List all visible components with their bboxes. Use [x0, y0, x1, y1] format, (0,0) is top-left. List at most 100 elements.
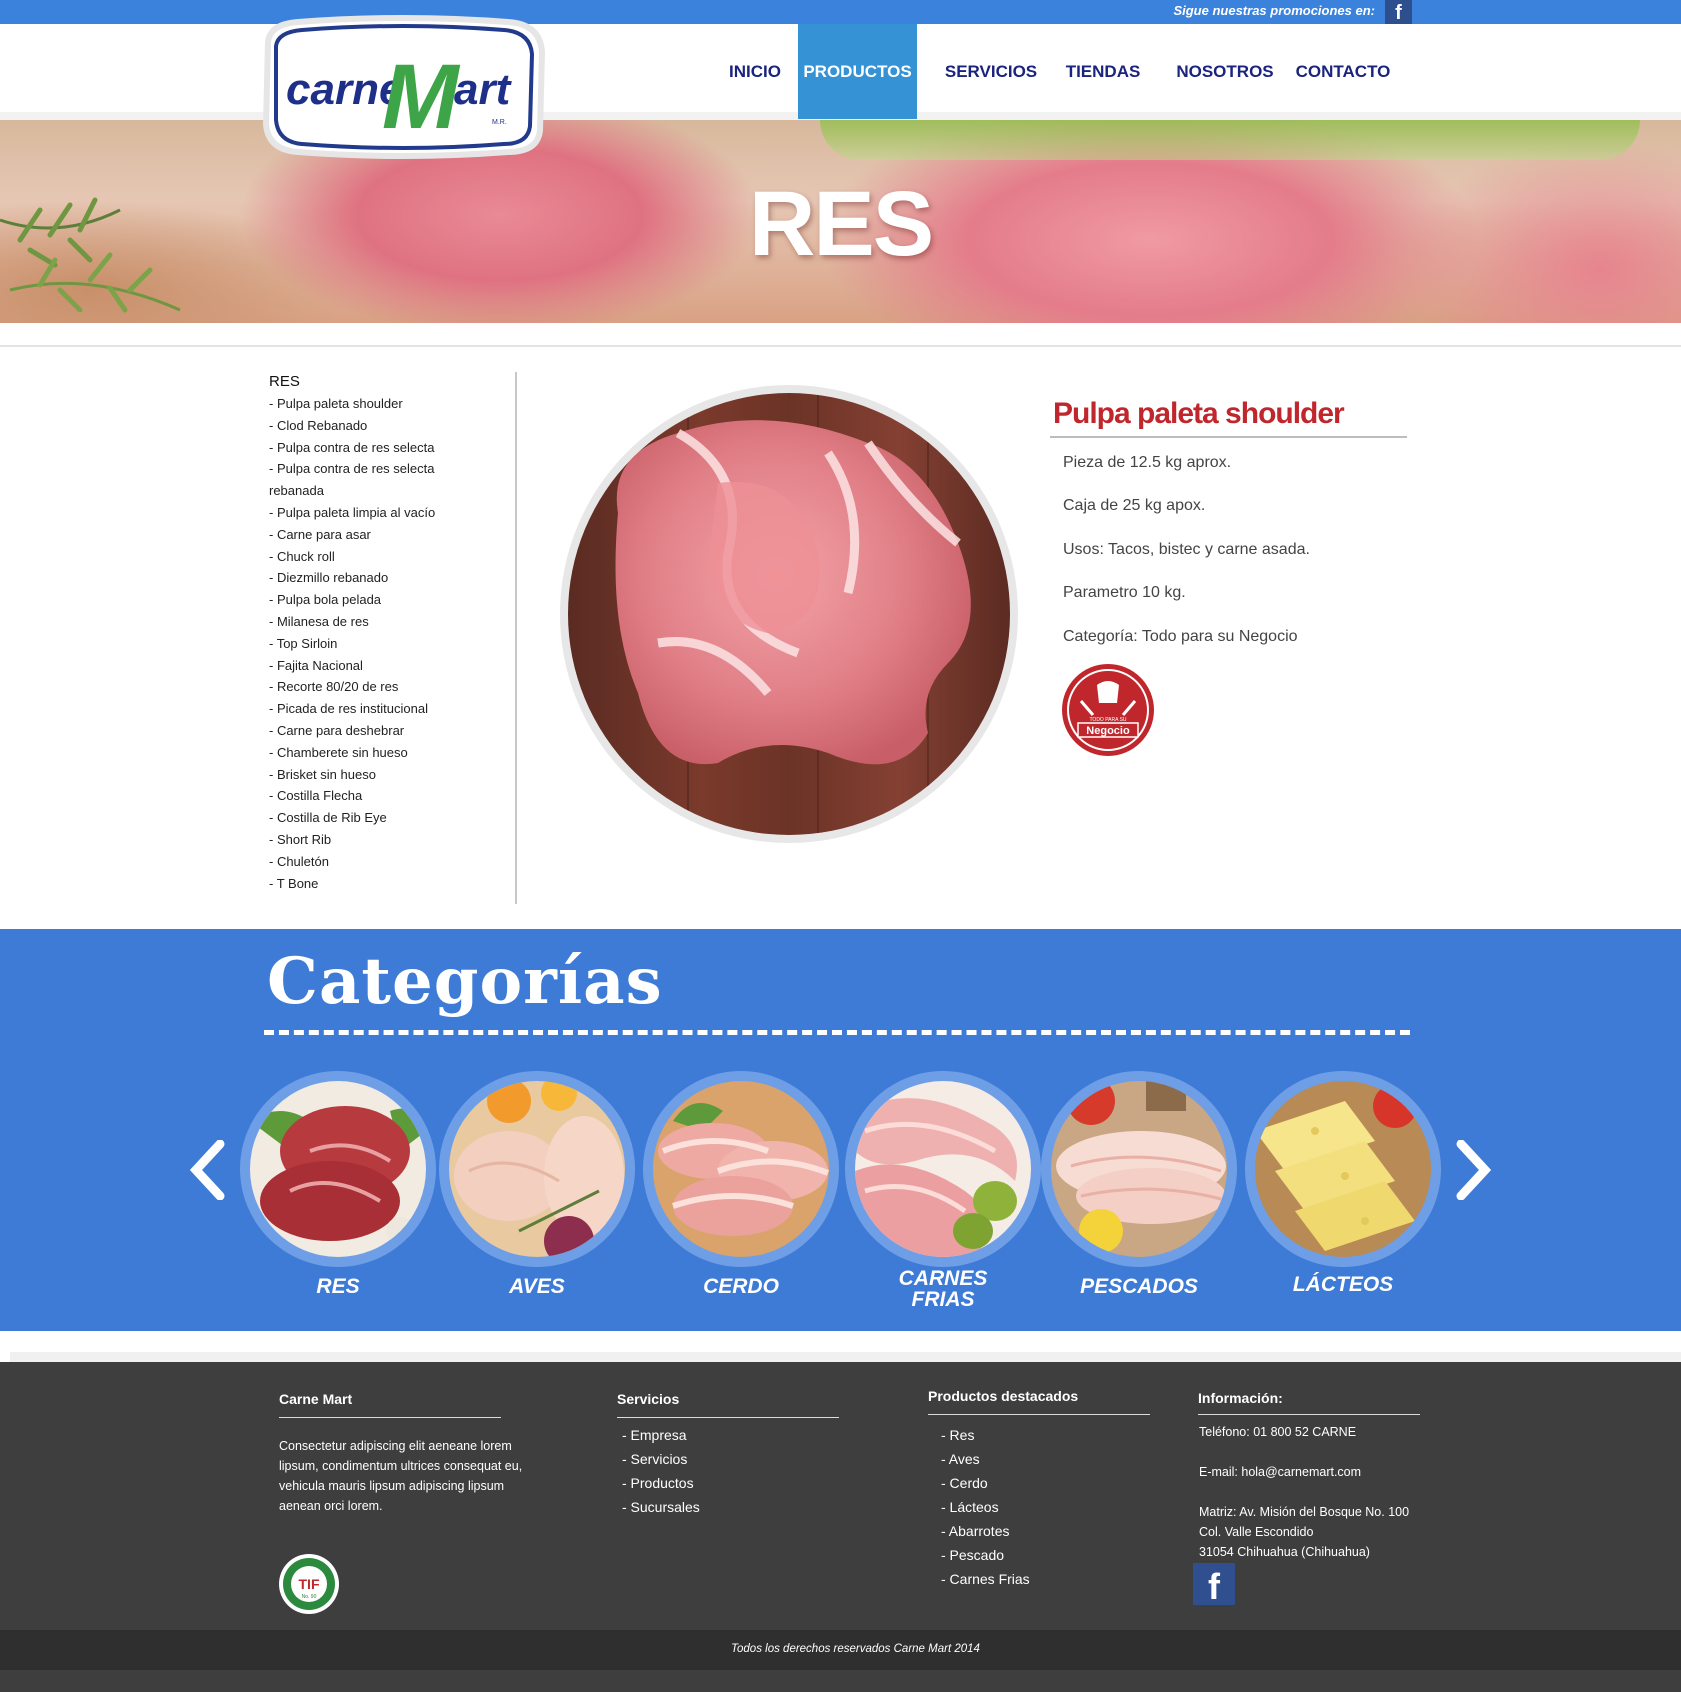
product-list-item[interactable]: - Pulpa paleta limpia al vacío: [269, 502, 489, 524]
footer-col4-title: Información:: [1198, 1390, 1283, 1406]
categories-dashed-rule: [264, 1030, 1410, 1035]
footer-link-cerdo[interactable]: - Cerdo: [941, 1475, 988, 1491]
nav-productos[interactable]: PRODUCTOS: [798, 24, 917, 119]
product-detail-weight: Pieza de 12.5 kg aprox.: [1063, 454, 1232, 471]
product-list-title: RES: [269, 373, 300, 390]
footer-col2-title: Servicios: [617, 1391, 680, 1407]
product-list-item[interactable]: - Pulpa contra de res selecta: [269, 458, 489, 480]
product-list-item[interactable]: - Carne para asar: [269, 524, 489, 546]
footer-address-line3: 31054 Chihuahua (Chihuahua): [1199, 1545, 1370, 1559]
bottom-bar: [0, 1670, 1681, 1692]
nav-inicio[interactable]: INICIO: [720, 24, 790, 119]
tif-number: No. 90: [302, 1594, 317, 1600]
category-label: LÁCTEOS: [1292, 1273, 1394, 1296]
product-list-item[interactable]: - Short Rib: [269, 829, 489, 851]
product-list-item[interactable]: - Costilla Flecha: [269, 785, 489, 807]
footer-link-empresa[interactable]: - Empresa: [622, 1427, 687, 1443]
product-detail-category: Categoría: Todo para su Negocio: [1063, 628, 1298, 645]
product-list-item[interactable]: - Top Sirloin: [269, 633, 489, 655]
negocio-badge-icon: TODO PARA SU Negocio: [1062, 664, 1154, 756]
category-label: CERDO: [703, 1275, 779, 1298]
footer-link-abarrotes[interactable]: - Abarrotes: [941, 1523, 1009, 1539]
product-list-item[interactable]: - Chamberete sin hueso: [269, 742, 489, 764]
footer-link-carnes-frias[interactable]: - Carnes Frias: [941, 1571, 1030, 1587]
footer-link-sucursales[interactable]: - Sucursales: [622, 1499, 700, 1515]
footer-address-line1: Matriz: Av. Misión del Bosque No. 100: [1199, 1505, 1410, 1519]
hero-banner: RES: [0, 120, 1681, 323]
chevron-right-icon[interactable]: [1453, 1140, 1493, 1200]
facebook-icon[interactable]: f: [1385, 0, 1412, 24]
banner-onion-decoration: [820, 120, 1640, 160]
footer-link-aves[interactable]: - Aves: [941, 1451, 980, 1467]
badge-small-text: TODO PARA SU: [1089, 717, 1126, 723]
nav-nosotros[interactable]: NOSOTROS: [1172, 24, 1278, 119]
footer-col2-rule: [617, 1417, 839, 1418]
footer-phone: Teléfono: 01 800 52 CARNE: [1199, 1425, 1357, 1439]
page: Sigue nuestras promociones en: f carne M…: [0, 0, 1681, 1692]
banner-title: RES: [748, 173, 934, 275]
product-list-item[interactable]: - Chuletón: [269, 851, 489, 873]
footer-facebook-icon[interactable]: f: [1193, 1563, 1235, 1607]
product-list-item[interactable]: - Pulpa bola pelada: [269, 589, 489, 611]
product-detail-box: Caja de 25 kg apox.: [1063, 497, 1206, 514]
footer-address-line2: Col. Valle Escondido: [1199, 1525, 1314, 1539]
footer-link-pescado[interactable]: - Pescado: [941, 1547, 1004, 1563]
carnemart-logo[interactable]: carne M art M.R.: [258, 12, 548, 162]
product-list-item[interactable]: - Fajita Nacional: [269, 655, 489, 677]
nav-servicios[interactable]: SERVICIOS: [936, 24, 1046, 119]
product-list-item[interactable]: - Carne para deshebrar: [269, 720, 489, 742]
category-label: AVES: [509, 1275, 565, 1298]
footer-link-res[interactable]: - Res: [941, 1427, 974, 1443]
promo-text: Sigue nuestras promociones en:: [1173, 3, 1375, 18]
logo-text-art: art: [454, 65, 513, 114]
nav-contacto[interactable]: CONTACTO: [1290, 24, 1396, 119]
footer: [0, 1362, 1681, 1630]
product-list-item[interactable]: - T Bone: [269, 873, 489, 895]
category-cerdo-image: [653, 1081, 829, 1257]
nav-tiendas[interactable]: TIENDAS: [1058, 24, 1148, 119]
footer-link-servicios[interactable]: - Servicios: [622, 1451, 687, 1467]
product-list-separator: [515, 372, 517, 904]
product-list-item[interactable]: - Recorte 80/20 de res: [269, 676, 489, 698]
top-promo-bar: Sigue nuestras promociones en: f: [0, 0, 1681, 24]
chevron-left-icon[interactable]: [188, 1140, 228, 1200]
product-list-item[interactable]: - Pulpa paleta shoulder: [269, 393, 489, 415]
category-carnes-frias-image: [855, 1081, 1031, 1257]
footer-email: E-mail: hola@carnemart.com: [1199, 1465, 1362, 1479]
product-list-item[interactable]: - Picada de res institucional: [269, 698, 489, 720]
product-list-item[interactable]: - Clod Rebanado: [269, 415, 489, 437]
categories-title: Categorías: [267, 944, 663, 1019]
product-list-item[interactable]: - Costilla de Rib Eye: [269, 807, 489, 829]
product-title: Pulpa paleta shoulder: [1053, 397, 1345, 430]
category-label: PESCADOS: [1080, 1275, 1198, 1298]
tif-text: TIF: [299, 1576, 320, 1592]
product-list: RES - Pulpa paleta shoulder - Clod Reban…: [269, 373, 489, 894]
footer-top-band: [10, 1352, 1681, 1362]
product-list-item[interactable]: - Diezmillo rebanado: [269, 567, 489, 589]
product-detail-uses: Usos: Tacos, bistec y carne asada.: [1063, 541, 1310, 558]
footer-link-productos[interactable]: - Productos: [622, 1475, 694, 1491]
badge-text: Negocio: [1086, 725, 1130, 737]
footer-col3-rule: [928, 1414, 1150, 1415]
footer-link-lacteos[interactable]: - Lácteos: [941, 1499, 999, 1515]
product-list-item[interactable]: - Milanesa de res: [269, 611, 489, 633]
product-list-item[interactable]: - Brisket sin hueso: [269, 764, 489, 786]
product-list-item[interactable]: - Pulpa contra de res selecta: [269, 437, 489, 459]
footer-col1-title: Carne Mart: [279, 1391, 353, 1407]
footer-col3-title: Productos destacados: [928, 1388, 1079, 1404]
category-pescados-image: [1051, 1081, 1227, 1257]
product-list-item[interactable]: - Chuck roll: [269, 546, 489, 568]
logo-mark: M.R.: [492, 119, 507, 126]
product-list-item[interactable]: rebanada: [269, 480, 489, 502]
product-detail-parameter: Parametro 10 kg.: [1063, 584, 1186, 601]
footer-col4-rule: [1198, 1414, 1420, 1415]
category-res-image: [250, 1081, 426, 1257]
product-title-rule: [1050, 436, 1407, 438]
category-lacteos-image: [1255, 1081, 1431, 1257]
logo-text-m: M: [382, 46, 461, 148]
category-aves-image: [449, 1081, 625, 1257]
tif-seal-icon: TIF No. 90: [279, 1554, 339, 1614]
footer-about-text: Consectetur adipiscing elit aeneane lore…: [279, 1439, 523, 1513]
footer-col1-rule: [279, 1417, 501, 1418]
copyright-text: Todos los derechos reservados Carne Mart…: [731, 1643, 980, 1655]
